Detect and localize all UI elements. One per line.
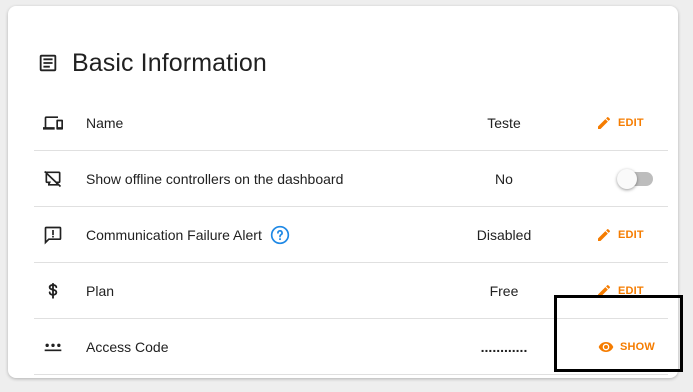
row-value: Teste [487, 114, 521, 131]
edit-label: EDIT [618, 284, 644, 297]
help-circle-icon[interactable] [270, 225, 290, 245]
list-item-communication-failure: Communication Failure Alert Disabled EDI… [34, 207, 668, 263]
edit-label: EDIT [618, 116, 644, 129]
list-item-name: Name Teste EDIT [34, 95, 668, 151]
row-label-text: Communication Failure Alert [86, 226, 262, 243]
desktop-off-icon [43, 169, 63, 189]
show-label: SHOW [620, 340, 656, 353]
row-value: Disabled [476, 226, 532, 243]
toggle-thumb [617, 168, 637, 189]
edit-alert-button[interactable]: EDIT [596, 227, 644, 243]
pencil-icon [596, 283, 612, 299]
section-header: Basic Information [37, 46, 267, 80]
row-value: No [495, 170, 513, 187]
pencil-icon [596, 227, 612, 243]
password-dots-icon [43, 337, 63, 357]
row-label: Access Code [86, 338, 169, 355]
show-offline-toggle[interactable] [617, 168, 653, 189]
row-label: Plan [86, 282, 115, 299]
row-value: Free [489, 282, 519, 299]
row-label: Name [86, 114, 124, 131]
feedback-icon [43, 225, 63, 245]
info-list: Name Teste EDIT Show offline controllers… [34, 95, 668, 375]
row-label: Show offline controllers on the dashboar… [86, 170, 344, 187]
pencil-icon [596, 115, 612, 131]
list-item-plan: Plan Free EDIT [34, 263, 668, 319]
show-access-code-button[interactable]: SHOW [598, 339, 655, 355]
edit-name-button[interactable]: EDIT [596, 115, 644, 131]
devices-icon [43, 113, 63, 133]
edit-label: EDIT [618, 228, 644, 241]
basic-information-card: Basic Information Name Teste EDIT Show o… [8, 6, 678, 378]
dollar-icon [43, 281, 63, 301]
access-code-masked: ............ [480, 338, 528, 355]
eye-icon [598, 339, 614, 355]
edit-plan-button[interactable]: EDIT [596, 283, 644, 299]
description-icon [37, 52, 59, 74]
section-title: Basic Information [72, 48, 267, 77]
row-label: Communication Failure Alert [86, 225, 290, 245]
list-item-access-code: Access Code ............ SHOW [34, 319, 668, 375]
list-item-show-offline: Show offline controllers on the dashboar… [34, 151, 668, 207]
